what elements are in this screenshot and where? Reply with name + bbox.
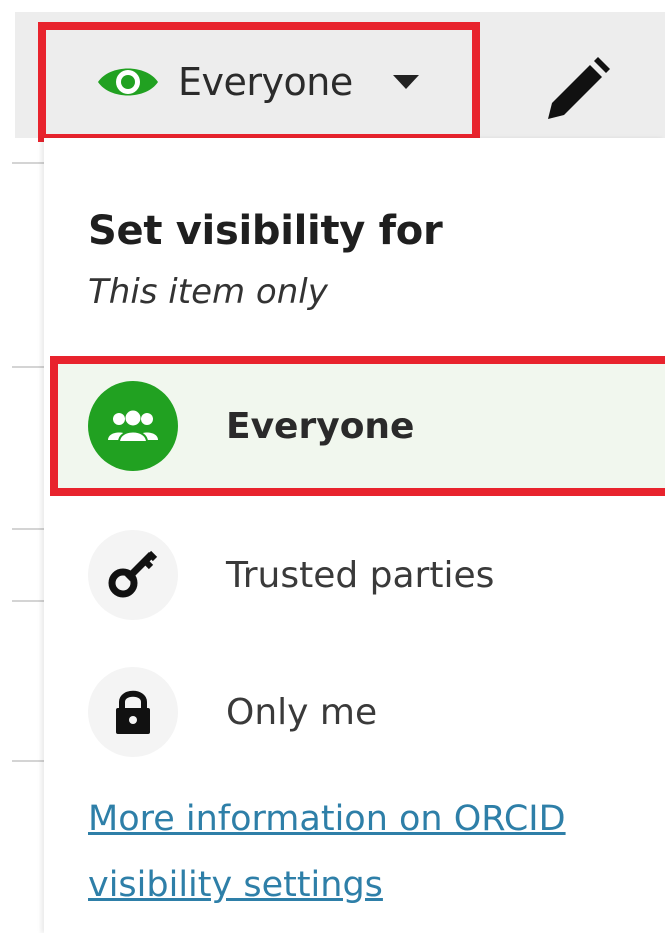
eye-icon <box>98 68 158 96</box>
pencil-icon[interactable] <box>540 55 612 127</box>
visibility-toolbar: Everyone <box>0 0 665 142</box>
page-divider <box>12 760 44 762</box>
visibility-info-link[interactable]: More information on ORCID visibility set… <box>88 786 648 918</box>
visibility-option-trusted-parties[interactable]: Trusted parties <box>44 515 665 635</box>
group-icon <box>88 381 178 471</box>
visibility-option-label: Only me <box>226 691 378 733</box>
visibility-dropdown-label: Everyone <box>178 60 353 104</box>
key-icon <box>88 530 178 620</box>
popup-heading: Set visibility for <box>88 208 443 254</box>
lock-icon <box>88 667 178 757</box>
visibility-option-everyone[interactable]: Everyone <box>50 356 665 496</box>
page-divider <box>12 528 44 530</box>
visibility-option-label: Trusted parties <box>226 554 495 596</box>
visibility-option-label: Everyone <box>226 405 415 447</box>
page-divider <box>12 366 44 368</box>
caret-down-icon <box>392 75 419 89</box>
popup-subheading: This item only <box>88 272 328 312</box>
page-divider <box>12 162 44 164</box>
visibility-dropdown-button[interactable]: Everyone <box>38 22 480 142</box>
page-divider <box>12 600 44 602</box>
visibility-option-only-me[interactable]: Only me <box>44 652 665 772</box>
